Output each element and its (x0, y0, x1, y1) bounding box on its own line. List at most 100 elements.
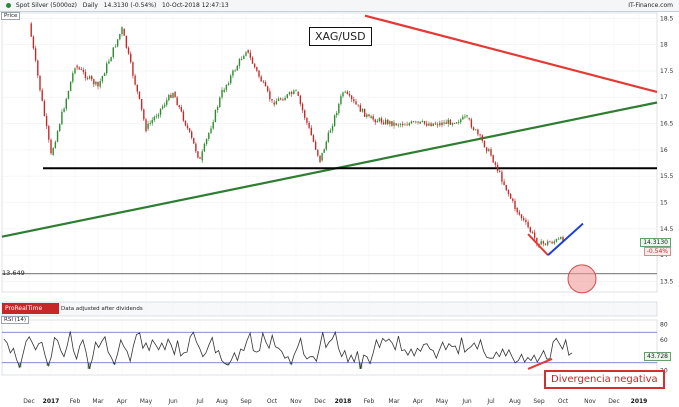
candle-body (557, 238, 560, 240)
candle-body (282, 99, 284, 101)
candle-body (199, 157, 201, 159)
candle-body (153, 116, 156, 121)
time-tick-label: May (140, 398, 153, 405)
candle-body (236, 65, 238, 71)
candle-body (533, 232, 536, 238)
candle-body (151, 120, 153, 124)
candle-body (271, 99, 273, 101)
candle-body (443, 122, 445, 124)
status-dot-icon (6, 3, 11, 8)
candle-body (245, 52, 247, 56)
time-tick-label: Jun (461, 398, 472, 405)
chart-stage: 13.51414.51515.51616.51717.51818.5Dec201… (0, 0, 679, 407)
candle-body (412, 121, 415, 123)
candle-body (540, 241, 542, 245)
candle-body (560, 236, 562, 239)
price-tick-label: 16.5 (660, 121, 674, 128)
candle-body (182, 111, 185, 121)
price-tick-label: 18.5 (660, 15, 674, 22)
time-tick-label: Nov (584, 398, 596, 405)
candle-body (186, 125, 189, 129)
candle-body (359, 105, 362, 112)
candle-body (436, 124, 439, 126)
candle-body (48, 126, 50, 140)
candle-body (410, 121, 413, 124)
chart-title: XAG/USD (309, 27, 372, 46)
candle-body (45, 116, 48, 127)
candle-body (43, 100, 46, 117)
candle-body (488, 149, 490, 152)
candle-body (523, 218, 525, 220)
header-datetime: 10-Oct-2018 12:47:13 (162, 2, 229, 9)
rsi-tick-label: 60 (660, 337, 668, 344)
candle-body (472, 127, 475, 130)
adjusted-note: Data adjusted after dividends (61, 306, 143, 312)
candle-body (319, 155, 321, 162)
candle-body (505, 184, 507, 191)
candle-body (361, 108, 364, 112)
time-tick-label: Jun (167, 398, 178, 405)
candle-body (238, 59, 241, 66)
candle-body (395, 123, 397, 126)
time-tick-label: Sep (240, 398, 252, 405)
candle-body (88, 76, 91, 79)
candle-body (295, 89, 297, 91)
candle-body (372, 116, 374, 120)
price-tick-label: 17 (660, 94, 668, 101)
candle-body (50, 139, 52, 154)
candle-body (180, 107, 183, 112)
candle-body (286, 94, 288, 98)
candle-body (84, 71, 87, 79)
candle-body (63, 108, 65, 112)
time-tick-label: Dec (314, 398, 326, 405)
candle-body (32, 36, 35, 49)
candle-body (91, 76, 93, 80)
candle-body (529, 227, 531, 232)
rsi-caption: RSI (14) (1, 316, 29, 324)
candle-body (251, 57, 254, 64)
candle-body (555, 239, 558, 242)
candle-body (103, 73, 106, 76)
candle-body (201, 151, 203, 161)
time-tick-label: Oct (558, 398, 569, 405)
candle-body (243, 55, 245, 60)
candle-body (65, 98, 67, 109)
candle-body (145, 119, 147, 132)
candle-body (203, 143, 206, 152)
candle-body (262, 81, 265, 83)
candle-body (453, 123, 456, 124)
candle-body (391, 121, 393, 126)
candle-body (382, 122, 385, 125)
candle-body (101, 75, 104, 82)
candle-body (317, 149, 319, 156)
candle-body (225, 84, 228, 90)
candle-body (95, 81, 97, 85)
instrument-name: Spot Silver (5000oz) (15, 2, 77, 9)
prorealtime-logo: ProRealTime (2, 303, 59, 314)
candle-body (116, 39, 119, 47)
candle-body (67, 90, 70, 99)
candle-body (455, 122, 458, 124)
candle-body (439, 122, 441, 126)
price-tick-label: 13.5 (660, 278, 674, 285)
candle-body (494, 162, 497, 165)
candle-body (143, 109, 145, 120)
candle-body (168, 94, 170, 101)
change-pct-tag: -0.54% (643, 247, 671, 256)
candle-body (130, 53, 132, 63)
candle-body (432, 123, 434, 127)
time-tick-label: Oct (267, 398, 278, 405)
candle-body (312, 135, 315, 142)
candle-body (509, 193, 512, 199)
time-tick-label: Mar (92, 398, 104, 405)
highlight-circle (567, 264, 597, 294)
candle-body (338, 103, 340, 114)
candle-body (501, 171, 503, 182)
time-tick-label: 2018 (335, 398, 352, 405)
candle-body (273, 102, 275, 105)
candle-body (172, 93, 174, 98)
candle-body (78, 67, 80, 70)
candle-body (346, 91, 349, 94)
time-tick-label: Aug (509, 398, 521, 405)
candle-body (110, 57, 112, 62)
